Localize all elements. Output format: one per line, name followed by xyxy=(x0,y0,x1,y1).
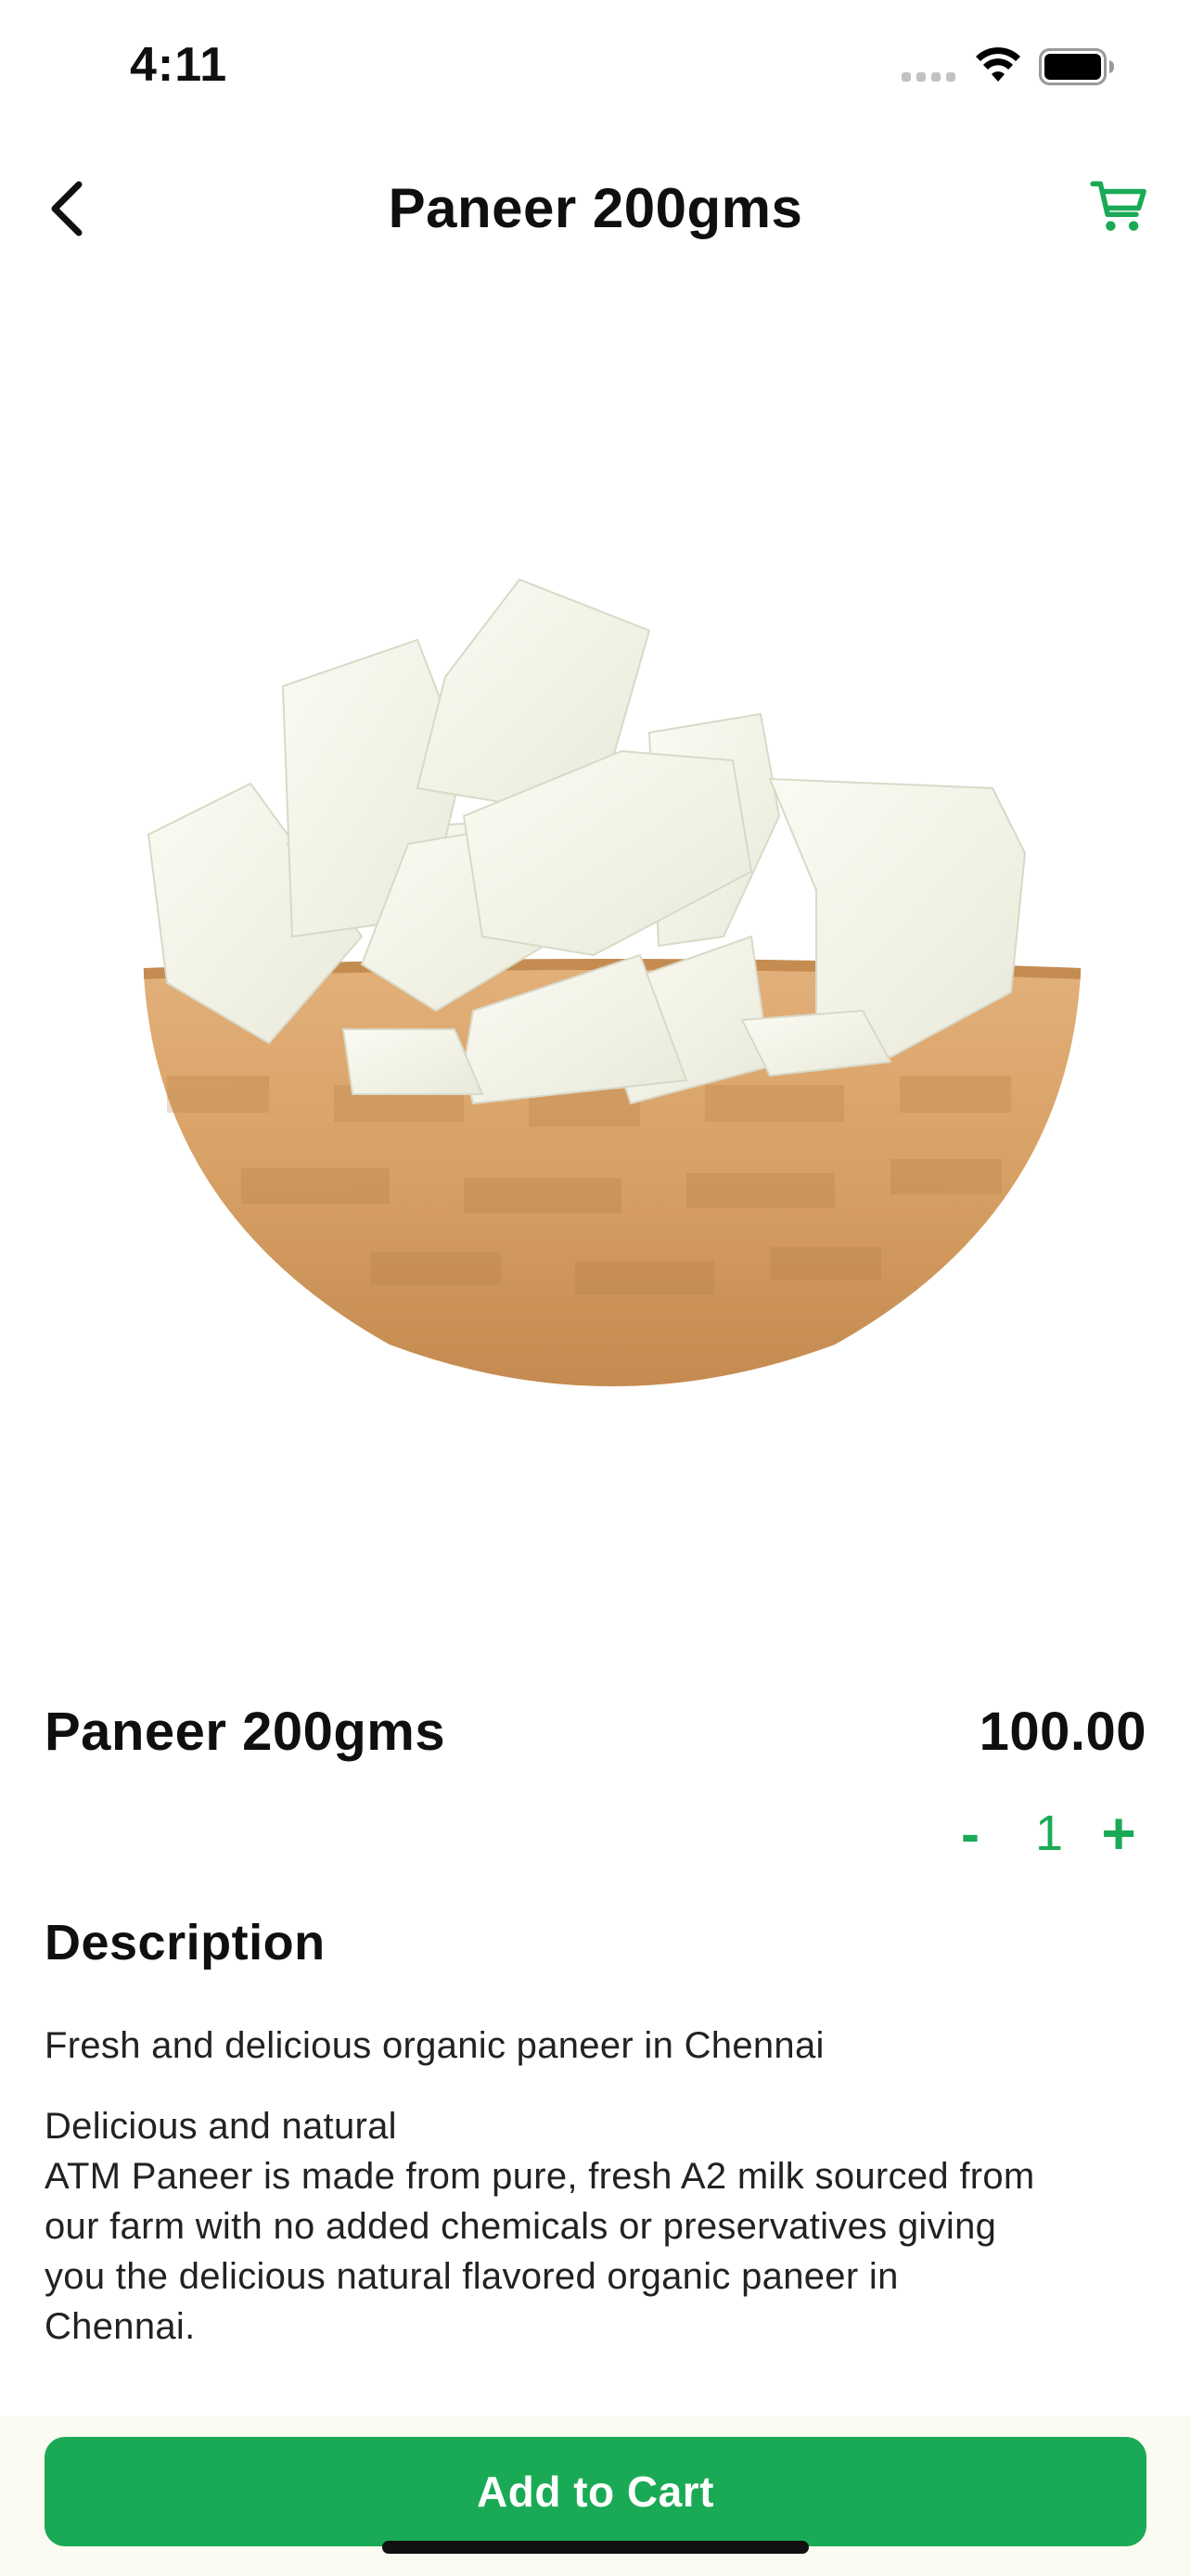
product-price: 100.00 xyxy=(979,1702,1146,1762)
quantity-value: 1 xyxy=(1034,1805,1064,1861)
product-name: Paneer 200gms xyxy=(45,1702,446,1762)
description-body: Delicious and natural ATM Paneer is made… xyxy=(45,2101,1158,2352)
wifi-icon xyxy=(976,47,1020,82)
cart-icon xyxy=(1090,181,1146,231)
product-detail-screen: 4:11 Paneer 200gms Paneer 200gms 100.00 … xyxy=(0,0,1191,2576)
add-to-cart-button[interactable]: Add to Cart xyxy=(45,2437,1146,2546)
cellular-signal-icon xyxy=(902,72,957,83)
status-bar: 4:11 xyxy=(0,0,1191,139)
description-line: Chennai. xyxy=(45,2306,196,2347)
description-short: Fresh and delicious organic paneer in Ch… xyxy=(45,2025,825,2066)
cart-button[interactable] xyxy=(1085,172,1154,241)
description-line: ATM Paneer is made from pure, fresh A2 m… xyxy=(45,2156,1035,2197)
quantity-stepper: - 1 + xyxy=(942,1800,1146,1867)
page-title: Paneer 200gms xyxy=(388,177,803,239)
battery-icon xyxy=(1039,48,1114,85)
home-indicator[interactable] xyxy=(382,2541,809,2554)
description-line: our farm with no added chemicals or pres… xyxy=(45,2206,997,2247)
product-image xyxy=(143,578,1082,1386)
navigation-header: Paneer 200gms xyxy=(0,148,1191,269)
decrease-quantity-button[interactable]: - xyxy=(942,1801,998,1866)
description-line: you the delicious natural flavored organ… xyxy=(45,2256,899,2297)
status-time: 4:11 xyxy=(130,38,228,92)
increase-quantity-button[interactable]: + xyxy=(1091,1800,1146,1867)
description-line: Delicious and natural xyxy=(45,2106,397,2147)
description-heading: Description xyxy=(45,1915,326,1970)
